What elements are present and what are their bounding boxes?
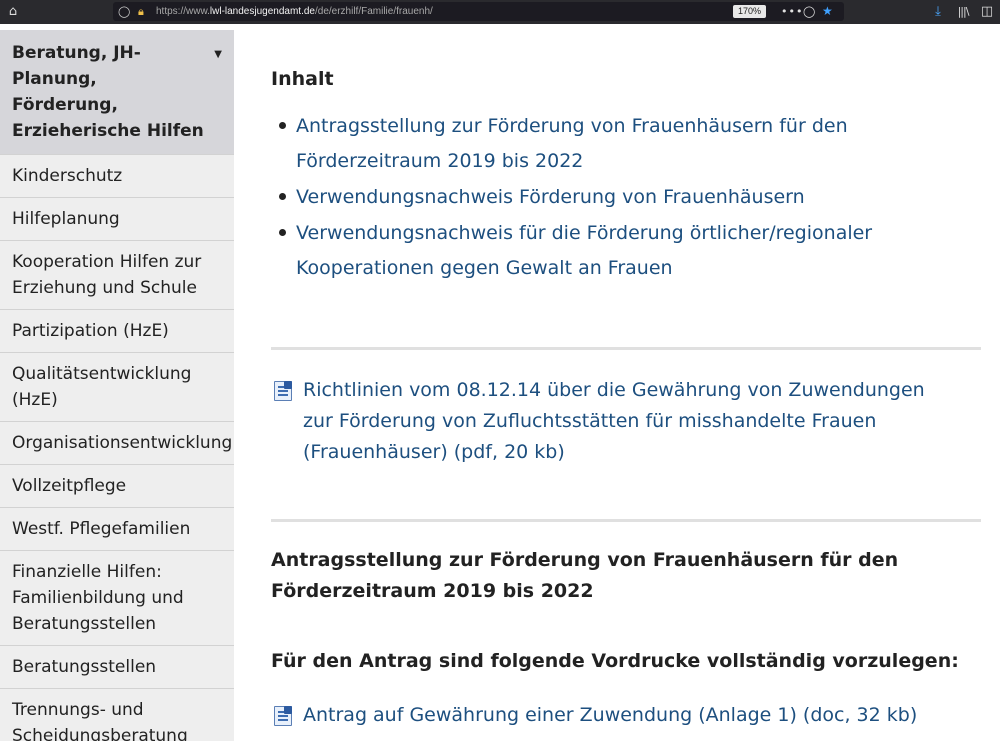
section-navigation: Beratung, JH-Planung, Förderung, Erziehe… [0, 30, 234, 741]
toc-link-antragsstellung[interactable]: Antragsstellung zur Förderung von Frauen… [296, 115, 848, 172]
toc-heading: Inhalt [271, 68, 334, 90]
nav-item-beratungsstellen[interactable]: Beratungsstellen [0, 646, 234, 689]
word-document-icon [274, 706, 292, 726]
bullet-icon [279, 122, 286, 129]
nav-item-active[interactable]: Beratung, JH-Planung, Förderung, Erziehe… [0, 30, 234, 155]
document-link-label: Antrag auf Gewährung einer Zuwendung (An… [303, 704, 918, 726]
url-text[interactable]: https://www.lwl-landesjugendamt.de/de/er… [156, 2, 433, 21]
bullet-icon [279, 229, 286, 236]
nav-item-label: Beratung, JH-Planung, Förderung, Erziehe… [12, 43, 204, 141]
download-icon[interactable]: ⤓ [930, 0, 946, 24]
document-antrag: Antrag auf Gewährung einer Zuwendung (An… [274, 700, 934, 731]
nav-item-kooperation[interactable]: Kooperation Hilfen zur Erziehung und Sch… [0, 241, 234, 310]
nav-item-finanzielle-hilfen[interactable]: Finanzielle Hilfen: Familienbildung und … [0, 551, 234, 646]
list-item: Antragsstellung zur Förderung von Frauen… [271, 109, 981, 179]
nav-item-vollzeitpflege[interactable]: Vollzeitpflege [0, 465, 234, 508]
section-subheading: Für den Antrag sind folgende Vordrucke v… [271, 650, 959, 672]
nav-item-kinderschutz[interactable]: Kinderschutz [0, 155, 234, 198]
toc-link-kooperationen[interactable]: Verwendungsnachweis für die Förderung ör… [296, 222, 872, 279]
richtlinien-download-link[interactable]: Richtlinien vom 08.12.14 über die Gewähr… [274, 375, 934, 468]
lock-icon[interactable]: 🔒︎ [138, 2, 144, 21]
url-path: /de/erzhilf/Familie/frauenh/ [314, 6, 433, 17]
section-heading: Antragsstellung zur Förderung von Frauen… [271, 549, 899, 602]
bullet-icon [279, 193, 286, 200]
shield-icon[interactable]: ◯ [118, 2, 130, 21]
word-document-icon [274, 381, 292, 401]
list-item: Verwendungsnachweis Förderung von Frauen… [271, 180, 981, 215]
zoom-level-badge[interactable]: 170% [733, 5, 767, 18]
nav-item-hilfeplanung[interactable]: Hilfeplanung [0, 198, 234, 241]
divider [271, 347, 981, 350]
list-item: Verwendungsnachweis für die Förderung ör… [271, 216, 981, 286]
sidebar-icon[interactable]: ◫ [978, 0, 996, 24]
toc-link-verwendungsnachweis[interactable]: Verwendungsnachweis Förderung von Frauen… [296, 186, 805, 208]
url-prefix: https://www. [156, 6, 210, 17]
browser-toolbar: ⌂ ◯ 🔒︎ https://www.lwl-landesjugendamt.d… [0, 0, 1000, 24]
library-icon[interactable]: |||\ [954, 0, 972, 24]
nav-item-partizipation[interactable]: Partizipation (HzE) [0, 310, 234, 353]
antrag-download-link[interactable]: Antrag auf Gewährung einer Zuwendung (An… [274, 700, 934, 731]
star-icon[interactable]: ★ [822, 2, 833, 21]
nav-item-qualitaetsentwicklung[interactable]: Qualitätsentwicklung (HzE) [0, 353, 234, 422]
document-richtlinien: Richtlinien vom 08.12.14 über die Gewähr… [274, 375, 934, 468]
divider [271, 519, 981, 522]
page-actions-icon[interactable]: ••• [781, 2, 803, 21]
caret-down-icon[interactable]: ▼ [214, 42, 222, 68]
nav-item-pflegefamilien[interactable]: Westf. Pflegefamilien [0, 508, 234, 551]
pocket-icon[interactable]: ◯ [803, 2, 815, 21]
home-icon[interactable]: ⌂ [4, 0, 22, 24]
nav-item-trennungsberatung[interactable]: Trennungs- und Scheidungsberatung [0, 689, 234, 741]
document-link-label: Richtlinien vom 08.12.14 über die Gewähr… [303, 379, 925, 463]
toc-list: Antragsstellung zur Förderung von Frauen… [271, 109, 981, 287]
url-host: lwl-landesjugendamt.de [209, 6, 315, 17]
nav-item-organisationsentwicklung[interactable]: Organisationsentwicklung [0, 422, 234, 465]
url-bar[interactable]: ◯ 🔒︎ https://www.lwl-landesjugendamt.de/… [113, 2, 844, 21]
